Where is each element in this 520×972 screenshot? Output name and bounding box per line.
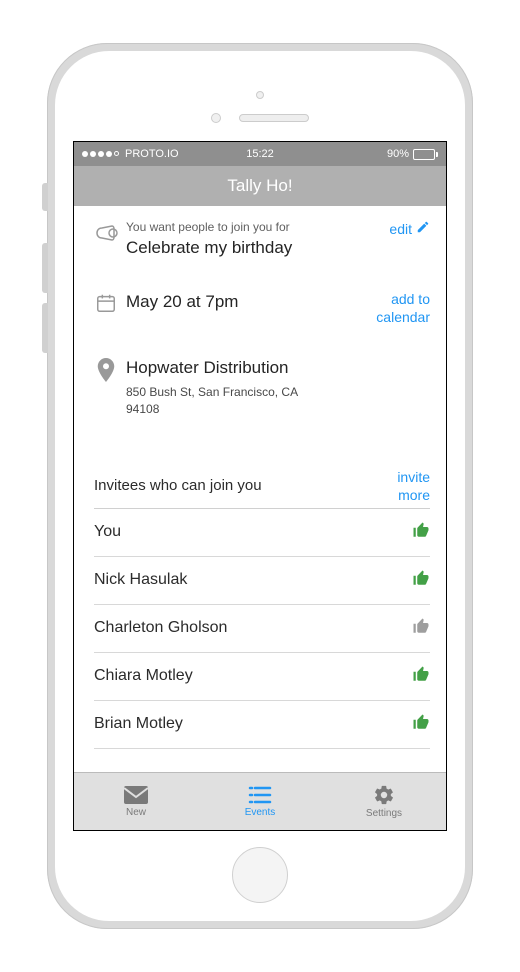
thumbs-up-icon: [412, 617, 430, 640]
event-location-address: 850 Bush St, San Francisco, CA 94108: [126, 384, 306, 418]
clock-label: 15:22: [246, 148, 274, 160]
event-location-name: Hopwater Distribution: [126, 356, 430, 380]
add-to-calendar-line1: add to: [376, 290, 430, 308]
event-datetime-value: May 20 at 7pm: [126, 290, 368, 314]
thumbs-up-icon: [412, 713, 430, 736]
invitee-row[interactable]: You: [94, 509, 430, 557]
tab-new[interactable]: New: [74, 773, 198, 830]
tab-new-label: New: [126, 807, 146, 818]
invitees-list: You Nick Hasulak Charleton Gholson Chiara M…: [90, 509, 430, 749]
invitee-name: Brian Motley: [94, 715, 412, 733]
invitee-name: Chiara Motley: [94, 667, 412, 685]
invitee-row[interactable]: Charleton Gholson: [94, 605, 430, 653]
home-button[interactable]: [232, 847, 288, 903]
invitee-row[interactable]: Chiara Motley: [94, 653, 430, 701]
event-prompt-value: Celebrate my birthday: [126, 236, 381, 260]
invitee-row[interactable]: Brian Motley: [94, 701, 430, 749]
tab-settings-label: Settings: [366, 808, 402, 819]
thumbs-up-icon: [412, 569, 430, 592]
phone-frame: PROTO.IO 15:22 90% Tally Ho!: [47, 43, 473, 929]
calendar-icon: [90, 290, 122, 314]
side-button: [42, 183, 48, 211]
tab-bar: New Events Setti: [74, 772, 446, 830]
volume-down-button: [42, 303, 48, 353]
invitees-title: Invitees who can join you: [94, 477, 389, 494]
battery-percent-label: 90%: [387, 148, 409, 160]
horn-icon: [90, 220, 122, 246]
add-to-calendar-button[interactable]: add to calendar: [368, 290, 430, 326]
carrier-label: PROTO.IO: [125, 148, 179, 160]
pencil-icon: [416, 220, 430, 238]
status-bar: PROTO.IO 15:22 90%: [74, 142, 446, 166]
event-location-row: Hopwater Distribution 850 Bush St, San F…: [90, 356, 430, 417]
invite-more-button[interactable]: invite more: [389, 468, 430, 504]
volume-up-button: [42, 243, 48, 293]
invitee-name: You: [94, 523, 412, 541]
list-icon: [248, 785, 272, 805]
tab-events-label: Events: [245, 807, 276, 818]
thumbs-up-icon: [412, 521, 430, 544]
phone-inner: PROTO.IO 15:22 90% Tally Ho!: [55, 51, 465, 921]
envelope-icon: [123, 785, 149, 805]
tab-settings[interactable]: Settings: [322, 773, 446, 830]
invite-more-line1: invite: [397, 468, 430, 486]
content-area[interactable]: You want people to join you for Celebrat…: [74, 206, 446, 772]
invitees-header: Invitees who can join you invite more: [90, 468, 430, 504]
gear-icon: [373, 784, 395, 806]
tab-events[interactable]: Events: [198, 773, 322, 830]
invite-more-line2: more: [397, 486, 430, 504]
invitee-name: Nick Hasulak: [94, 571, 412, 589]
earpiece-speaker: [239, 114, 309, 122]
top-hardware: [55, 51, 465, 141]
app-screen: PROTO.IO 15:22 90% Tally Ho!: [73, 141, 447, 831]
invitee-row[interactable]: Nick Hasulak: [94, 557, 430, 605]
event-prompt-row: You want people to join you for Celebrat…: [90, 220, 430, 260]
battery-icon: [413, 149, 438, 160]
event-prompt-sublabel: You want people to join you for: [126, 220, 381, 234]
pin-icon: [90, 356, 122, 382]
app-title: Tally Ho!: [227, 176, 292, 196]
edit-button[interactable]: edit: [381, 220, 430, 238]
signal-dots-icon: [82, 151, 119, 157]
edit-label: edit: [389, 220, 412, 238]
invitee-name: Charleton Gholson: [94, 619, 412, 637]
proximity-sensor: [211, 113, 221, 123]
event-datetime-row: May 20 at 7pm add to calendar: [90, 290, 430, 326]
app-title-bar: Tally Ho!: [74, 166, 446, 206]
add-to-calendar-line2: calendar: [376, 308, 430, 326]
front-camera: [256, 91, 264, 99]
thumbs-up-icon: [412, 665, 430, 688]
